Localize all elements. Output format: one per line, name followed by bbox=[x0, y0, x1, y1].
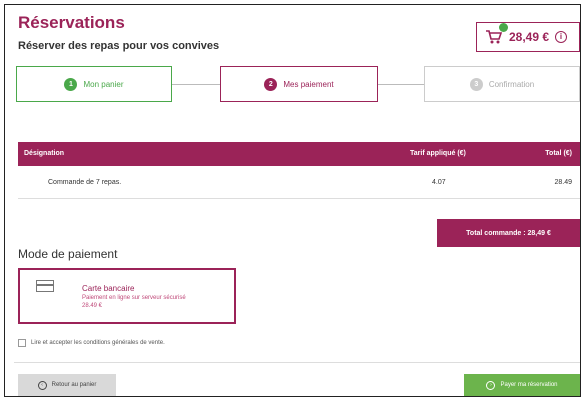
cart-summary-button[interactable]: 28,49 € i bbox=[476, 22, 580, 52]
terms-row: Lire et accepter les conditions générale… bbox=[18, 339, 165, 347]
payment-section-title: Mode de paiement bbox=[18, 247, 118, 261]
table-row: Commande de 7 repas. 4.07 28.49 bbox=[18, 166, 580, 199]
step-payment: 2 Mes paiement bbox=[220, 66, 378, 102]
step-label: Mon panier bbox=[83, 79, 124, 89]
column-header-designation: Désignation bbox=[24, 150, 65, 157]
row-total: 28.49 bbox=[554, 179, 572, 186]
column-header-total: Total (€) bbox=[545, 150, 572, 157]
page-title: Réservations bbox=[18, 13, 125, 32]
cart-amount: 28,49 € bbox=[509, 30, 550, 44]
payment-option-card[interactable]: Carte bancaire Paiement en ligne sur ser… bbox=[18, 268, 236, 324]
divider bbox=[14, 362, 580, 363]
cart-icon bbox=[485, 23, 508, 45]
column-header-tarif: Tarif appliqué (€) bbox=[410, 150, 466, 157]
order-table: Désignation Tarif appliqué (€) Total (€)… bbox=[18, 142, 580, 199]
payment-option-description: Paiement en ligne sur serveur sécurisé bbox=[82, 295, 186, 301]
checkout-steps: 1 Mon panier 2 Mes paiement 3 Confirmati… bbox=[14, 64, 580, 104]
cart-badge bbox=[499, 23, 508, 32]
order-total: Total commande : 28,49 € bbox=[437, 219, 580, 247]
table-header: Désignation Tarif appliqué (€) Total (€) bbox=[18, 142, 580, 166]
row-tarif: 4.07 bbox=[432, 179, 446, 186]
step-confirmation: 3 Confirmation bbox=[424, 66, 580, 102]
step-label: Mes paiement bbox=[283, 79, 334, 89]
payment-option-name: Carte bancaire bbox=[82, 284, 135, 293]
arrow-left-icon: ‹ bbox=[37, 380, 47, 390]
arrow-right-icon: › bbox=[486, 380, 496, 390]
page-subtitle: Réserver des repas pour vos convives bbox=[18, 40, 220, 52]
back-button-label: Retour au panier bbox=[51, 382, 97, 388]
payment-option-amount: 28.49 € bbox=[82, 303, 103, 309]
step-number: 2 bbox=[264, 77, 278, 91]
step-cart[interactable]: 1 Mon panier bbox=[16, 66, 172, 102]
terms-label[interactable]: Lire et accepter les conditions générale… bbox=[31, 340, 165, 346]
back-to-cart-button[interactable]: ‹ Retour au panier bbox=[18, 374, 116, 396]
step-number: 3 bbox=[469, 77, 483, 91]
info-icon[interactable]: i bbox=[555, 31, 568, 43]
row-designation: Commande de 7 repas. bbox=[48, 179, 122, 186]
credit-card-icon bbox=[36, 280, 54, 292]
step-connector bbox=[172, 84, 220, 85]
step-number: 1 bbox=[64, 77, 78, 91]
terms-checkbox[interactable] bbox=[18, 339, 26, 347]
pay-reservation-button[interactable]: › Payer ma réservation bbox=[464, 374, 580, 396]
pay-button-label: Payer ma réservation bbox=[500, 382, 558, 388]
step-connector bbox=[378, 84, 424, 85]
step-label: Confirmation bbox=[488, 79, 535, 89]
